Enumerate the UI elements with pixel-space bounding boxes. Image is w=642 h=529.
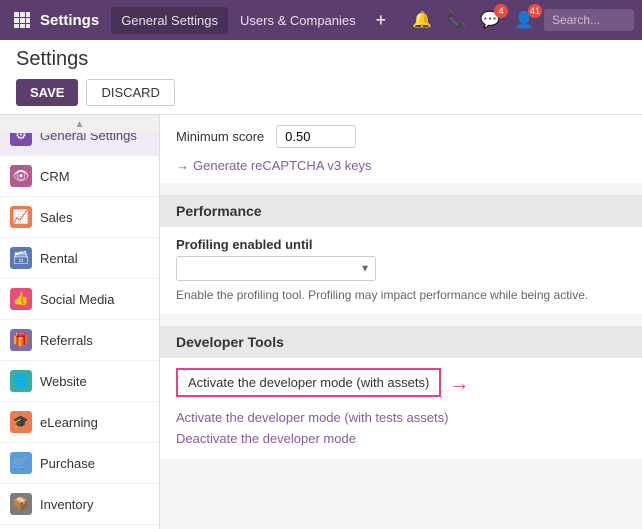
min-score-row: Minimum score bbox=[160, 115, 642, 158]
activate-developer-mode-tests-link[interactable]: Activate the developer mode (with tests … bbox=[176, 407, 626, 428]
performance-header: Performance bbox=[160, 195, 642, 227]
profiling-select[interactable] bbox=[176, 256, 376, 281]
discard-button[interactable]: DISCARD bbox=[86, 79, 175, 106]
profiling-select-wrapper: ▼ bbox=[176, 256, 376, 281]
developer-tools-header: Developer Tools bbox=[160, 326, 642, 358]
recaptcha-link[interactable]: → Generate reCAPTCHA v3 keys bbox=[176, 158, 626, 173]
sidebar-label-elearning: eLearning bbox=[40, 415, 98, 430]
add-menu-button[interactable]: + bbox=[368, 6, 395, 35]
top-navigation: Settings General Settings Users & Compan… bbox=[0, 0, 642, 40]
activate-tests-row: Activate the developer mode (with tests … bbox=[176, 407, 626, 428]
sidebar-item-purchase[interactable]: 🛒 Purchase bbox=[0, 443, 159, 484]
purchase-icon: 🛒 bbox=[10, 452, 32, 474]
voip-icon[interactable]: 📞 bbox=[442, 8, 470, 32]
user-icon[interactable]: 👤 41 bbox=[510, 8, 538, 32]
elearning-icon: 🎓 bbox=[10, 411, 32, 433]
performance-section: Performance Profiling enabled until ▼ En… bbox=[160, 195, 642, 314]
referrals-icon: 🎁 bbox=[10, 329, 32, 351]
rental-icon: 🗃 bbox=[10, 247, 32, 269]
developer-tools-links: Activate the developer mode (with assets… bbox=[160, 358, 642, 459]
sidebar-label-rental: Rental bbox=[40, 251, 78, 266]
crm-icon: 👁 bbox=[10, 165, 32, 187]
profiling-hint: Enable the profiling tool. Profiling may… bbox=[176, 287, 626, 304]
user-badge: 41 bbox=[528, 4, 542, 18]
min-score-input[interactable] bbox=[276, 125, 356, 148]
notification-icon[interactable]: 🔔 bbox=[408, 8, 436, 32]
min-score-label: Minimum score bbox=[176, 129, 264, 144]
deactivate-row: Deactivate the developer mode bbox=[176, 428, 626, 449]
sidebar-item-social[interactable]: 👍 Social Media bbox=[0, 279, 159, 320]
global-search-input[interactable] bbox=[544, 9, 634, 31]
profiling-label: Profiling enabled until bbox=[176, 237, 626, 252]
deactivate-developer-mode-link[interactable]: Deactivate the developer mode bbox=[176, 428, 626, 449]
highlight-arrow-icon: → bbox=[449, 373, 469, 396]
sales-icon: 📈 bbox=[10, 206, 32, 228]
profiling-group: Profiling enabled until ▼ Enable the pro… bbox=[160, 227, 642, 314]
sidebar-label-website: Website bbox=[40, 374, 87, 389]
main-layout: ▲ ⚙ General Settings 👁 CRM 📈 Sales 🗃 Ren… bbox=[0, 115, 642, 529]
sidebar-label-purchase: Purchase bbox=[40, 456, 95, 471]
topnav-general-settings[interactable]: General Settings bbox=[111, 7, 228, 34]
sidebar-label-crm: CRM bbox=[40, 169, 70, 184]
sidebar-item-rental[interactable]: 🗃 Rental bbox=[0, 238, 159, 279]
topnav-icons: 🔔 📞 💬 4 👤 41 bbox=[408, 8, 634, 32]
activate-developer-mode-assets-link[interactable]: Activate the developer mode (with assets… bbox=[176, 368, 441, 397]
page-title: Settings bbox=[16, 48, 626, 71]
sidebar-item-sales[interactable]: 📈 Sales bbox=[0, 197, 159, 238]
sidebar-label-sales: Sales bbox=[40, 210, 73, 225]
top-menu: General Settings Users & Companies + bbox=[111, 6, 404, 35]
chat-icon[interactable]: 💬 4 bbox=[476, 8, 504, 32]
sidebar-label-inventory: Inventory bbox=[40, 497, 93, 512]
social-media-icon: 👍 bbox=[10, 288, 32, 310]
topnav-users-companies[interactable]: Users & Companies bbox=[230, 7, 366, 34]
apps-menu-button[interactable] bbox=[8, 6, 36, 34]
sidebar-item-elearning[interactable]: 🎓 eLearning bbox=[0, 402, 159, 443]
sidebar-item-referrals[interactable]: 🎁 Referrals bbox=[0, 320, 159, 361]
min-score-section: Minimum score → Generate reCAPTCHA v3 ke… bbox=[160, 115, 642, 183]
chat-badge: 4 bbox=[494, 4, 508, 18]
sidebar-item-website[interactable]: 🌐 Website bbox=[0, 361, 159, 402]
save-button[interactable]: SAVE bbox=[16, 79, 78, 106]
activate-assets-row: Activate the developer mode (with assets… bbox=[176, 368, 626, 401]
sidebar-item-crm[interactable]: 👁 CRM bbox=[0, 156, 159, 197]
sidebar: ▲ ⚙ General Settings 👁 CRM 📈 Sales 🗃 Ren… bbox=[0, 115, 160, 529]
page-header: Settings SAVE DISCARD bbox=[0, 40, 642, 115]
main-content: Minimum score → Generate reCAPTCHA v3 ke… bbox=[160, 115, 642, 529]
sidebar-label-social: Social Media bbox=[40, 292, 114, 307]
developer-tools-section: Developer Tools Activate the developer m… bbox=[160, 326, 642, 459]
arrow-icon: → bbox=[176, 158, 189, 173]
page-actions: SAVE DISCARD bbox=[16, 79, 626, 114]
sidebar-item-inventory[interactable]: 📦 Inventory bbox=[0, 484, 159, 525]
sidebar-scroll-up[interactable]: ▲ bbox=[0, 115, 159, 133]
inventory-icon: 📦 bbox=[10, 493, 32, 515]
website-icon: 🌐 bbox=[10, 370, 32, 392]
sidebar-label-referrals: Referrals bbox=[40, 333, 93, 348]
app-title: Settings bbox=[40, 12, 99, 29]
